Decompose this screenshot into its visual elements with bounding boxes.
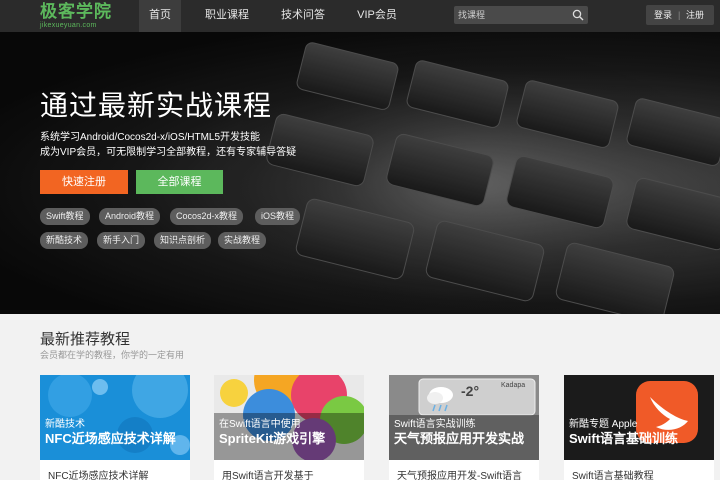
nav-item-career-courses[interactable]: 职业课程 xyxy=(196,0,258,32)
tag-new-tech[interactable]: 新酷技术 xyxy=(40,232,89,249)
card-headline: NFC近场感应技术详解 xyxy=(45,431,176,446)
quick-register-button[interactable]: 快速注册 xyxy=(40,170,128,194)
register-link[interactable]: 注册 xyxy=(686,5,704,25)
card-caption: 天气预报应用开发-Swift语言 xyxy=(397,471,522,480)
card-headline: Swift语言基础训练 xyxy=(569,431,679,446)
search-input[interactable] xyxy=(458,7,568,23)
auth-separator: | xyxy=(678,10,681,20)
tag-beginner[interactable]: 新手入门 xyxy=(97,232,146,249)
login-link[interactable]: 登录 xyxy=(654,5,672,25)
logo-domain: jikexueyuan.com xyxy=(40,22,97,29)
card-headline: SpriteKit游戏引擎 xyxy=(219,431,326,446)
nav-item-tech-qa[interactable]: 技术问答 xyxy=(272,0,334,32)
course-card-swift-basics[interactable]: 新酷专题 Apple Swift语言基础训练 Swift语言基础教程 xyxy=(564,375,714,480)
tag-practical[interactable]: 实战教程 xyxy=(218,232,267,249)
tag-cocos2d[interactable]: Cocos2d-x教程 xyxy=(170,208,244,225)
section-subtitle: 会员都在学的教程，你学的一定有用 xyxy=(40,350,185,360)
course-card-nfc[interactable]: 新酷技术 NFC近场感应技术详解 NFC近场感应技术详解 xyxy=(40,375,190,480)
nav-item-vip[interactable]: VIP会员 xyxy=(350,0,404,32)
weather-city: Kadapa xyxy=(501,382,526,389)
tag-swift[interactable]: Swift教程 xyxy=(40,208,90,225)
hero-banner: 通过最新实战课程 系统学习Android/Cocos2d-x/iOS/HTML5… xyxy=(0,32,720,314)
all-courses-button[interactable]: 全部课程 xyxy=(136,170,223,194)
nav-item-home[interactable]: 首页 xyxy=(139,0,181,32)
section-title: 最新推荐教程 xyxy=(40,331,131,348)
course-card-spritekit[interactable]: 在Swift语言中使用 SpriteKit游戏引擎 用Swift语言开发基于 xyxy=(214,375,364,480)
logo-text: 极客学院 xyxy=(40,2,112,21)
site-logo[interactable]: 极客学院 jikexueyuan.com xyxy=(40,3,120,31)
hero-title: 通过最新实战课程 xyxy=(40,90,273,121)
card-caption: 用Swift语言开发基于 xyxy=(222,471,314,480)
weather-temperature: -2° xyxy=(461,383,480,399)
course-thumbnail: 新酷技术 NFC近场感应技术详解 xyxy=(40,375,190,460)
search-icon[interactable] xyxy=(572,9,584,21)
tag-knowledge[interactable]: 知识点剖析 xyxy=(154,232,212,249)
search-box xyxy=(454,6,588,24)
tag-ios[interactable]: iOS教程 xyxy=(255,208,301,225)
top-nav: 极客学院 jikexueyuan.com 首页 职业课程 技术问答 VIP会员 … xyxy=(0,0,720,32)
course-thumbnail: -2° Kadapa Swift语言实战训练 天气预报应用开发实战 xyxy=(389,375,539,460)
auth-box: 登录 | 注册 xyxy=(646,5,714,25)
course-thumbnail: 新酷专题 Apple Swift语言基础训练 xyxy=(564,375,714,460)
tag-android[interactable]: Android教程 xyxy=(99,208,161,225)
hero-description-1: 系统学习Android/Cocos2d-x/iOS/HTML5开发技能 xyxy=(40,132,261,143)
card-headline: 天气预报应用开发实战 xyxy=(394,431,525,446)
card-caption: NFC近场感应技术详解 xyxy=(48,471,149,480)
course-card-weather[interactable]: -2° Kadapa Swift语言实战训练 天气预报应用开发实战 天气预报应用… xyxy=(389,375,539,480)
course-thumbnail: 在Swift语言中使用 SpriteKit游戏引擎 xyxy=(214,375,364,460)
card-caption: Swift语言基础教程 xyxy=(572,471,654,480)
hero-description-2: 成为VIP会员，可无限制学习全部教程，还有专家辅导答疑 xyxy=(40,147,297,158)
